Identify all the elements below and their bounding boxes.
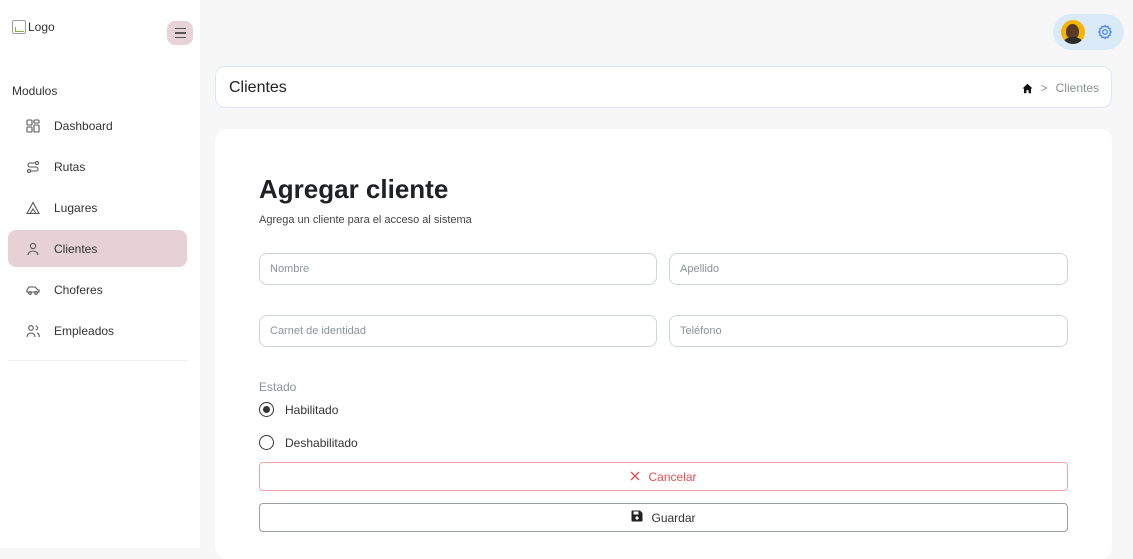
sidebar: Logo Modulos Dashboard Rutas Lugares Cli… — [0, 0, 200, 548]
cancel-button-label: Cancelar — [648, 469, 697, 484]
sidebar-item-empleados[interactable]: Empleados — [8, 312, 187, 349]
users-icon — [26, 324, 40, 338]
logo-row: Logo — [0, 0, 200, 62]
logo-alt-text: Logo — [28, 20, 55, 34]
sidebar-item-label: Clientes — [54, 241, 98, 256]
menu-toggle-button[interactable] — [167, 21, 193, 45]
save-icon — [631, 510, 643, 525]
radio-deshabilitado[interactable]: Deshabilitado — [259, 435, 358, 450]
car-icon — [26, 283, 40, 297]
broken-image-icon — [12, 20, 26, 34]
user-menu[interactable] — [1053, 14, 1124, 50]
sidebar-item-label: Lugares — [54, 200, 98, 215]
radio-habilitado[interactable]: Habilitado — [259, 402, 338, 417]
section-title: Modulos — [12, 84, 58, 98]
sidebar-item-dashboard[interactable]: Dashboard — [8, 107, 187, 144]
avatar[interactable] — [1061, 20, 1085, 44]
sidebar-item-label: Rutas — [54, 159, 86, 174]
route-icon — [26, 160, 40, 174]
sidebar-nav: Dashboard Rutas Lugares Clientes Chofere… — [8, 107, 187, 353]
close-icon — [630, 470, 640, 484]
logo[interactable]: Logo — [12, 20, 55, 34]
gear-icon[interactable] — [1097, 24, 1113, 40]
page-title: Clientes — [229, 79, 287, 96]
form-card: Agregar cliente Agrega un cliente para e… — [215, 129, 1112, 559]
breadcrumb-separator: > — [1040, 81, 1048, 95]
sidebar-item-rutas[interactable]: Rutas — [8, 148, 187, 185]
sidebar-item-label: Empleados — [54, 323, 115, 338]
estado-label: Estado — [259, 380, 297, 394]
breadcrumb: > Clientes — [1022, 81, 1099, 95]
dashboard-icon — [26, 118, 40, 133]
home-icon[interactable] — [1022, 83, 1033, 94]
save-button[interactable]: Guardar — [259, 503, 1068, 532]
divider — [8, 360, 187, 361]
sidebar-item-label: Dashboard — [54, 118, 113, 133]
radio-label: Habilitado — [285, 402, 339, 417]
form-subtitle: Agrega un cliente para el acceso al sist… — [259, 214, 472, 226]
radio-checked-icon[interactable] — [259, 402, 274, 417]
apellido-input[interactable] — [669, 253, 1068, 285]
place-icon — [26, 200, 40, 215]
breadcrumb-current: Clientes — [1055, 81, 1099, 95]
cancel-button[interactable]: Cancelar — [259, 462, 1068, 491]
save-button-label: Guardar — [651, 510, 696, 525]
carnet-input[interactable] — [259, 315, 657, 347]
hamburger-icon — [174, 27, 186, 30]
hamburger-icon-line — [174, 36, 186, 39]
radio-label: Deshabilitado — [285, 435, 358, 450]
page-header: Clientes > Clientes — [215, 66, 1112, 108]
nombre-input[interactable] — [259, 253, 657, 285]
sidebar-item-clientes[interactable]: Clientes — [8, 230, 187, 267]
user-icon — [26, 242, 40, 256]
telefono-input[interactable] — [669, 315, 1068, 347]
radio-unchecked-icon[interactable] — [259, 435, 274, 450]
sidebar-item-label: Choferes — [54, 282, 103, 297]
sidebar-item-choferes[interactable]: Choferes — [8, 271, 187, 308]
radio-dot — [263, 406, 270, 413]
sidebar-item-lugares[interactable]: Lugares — [8, 189, 187, 226]
form-title: Agregar cliente — [259, 174, 449, 204]
hamburger-icon-line — [174, 32, 186, 34]
